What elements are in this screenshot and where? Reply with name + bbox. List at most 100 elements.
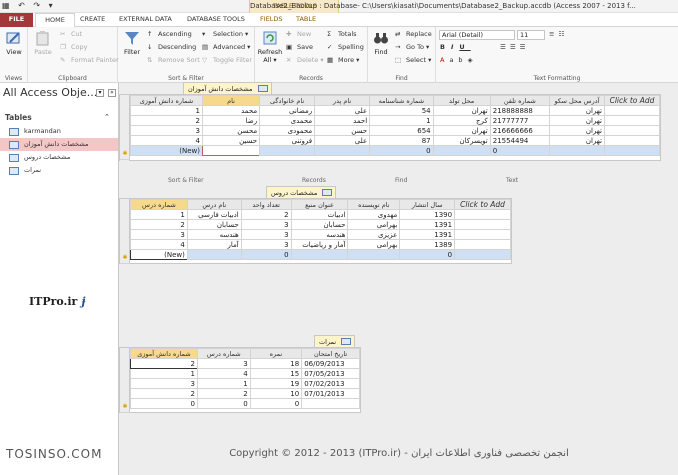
cell[interactable]: 1 (130, 209, 188, 220)
cell[interactable]: بهرامی (347, 219, 401, 230)
cell[interactable]: 07/01/2013 (301, 388, 360, 399)
col-header-selected[interactable]: شماره دانش آموزی (130, 348, 198, 359)
cell[interactable]: 0 (369, 145, 434, 156)
cell[interactable] (290, 249, 349, 260)
cell[interactable]: 1389 (399, 239, 456, 250)
cell[interactable] (301, 398, 360, 409)
cell[interactable]: 2 (240, 209, 292, 220)
cell[interactable]: حسابان (186, 219, 242, 230)
cell[interactable]: 4 (130, 239, 188, 250)
tab-home[interactable]: HOME (35, 13, 75, 28)
col-header[interactable]: تعداد واحد (240, 199, 292, 210)
tab-grades-table[interactable]: نمرات (314, 335, 356, 347)
record-selector-column[interactable]: ✱ (120, 199, 130, 264)
table-row[interactable]: 1391 عزیزی هندسه 3 هندسه 3 (130, 229, 511, 240)
cell[interactable]: هندسه (290, 229, 349, 240)
cell[interactable] (201, 145, 261, 156)
cell[interactable]: 07/05/2013 (301, 368, 360, 379)
tab-create[interactable]: CREATE (80, 15, 105, 23)
cell[interactable]: 3 (240, 219, 292, 230)
cell[interactable]: 2 (196, 388, 251, 399)
cell[interactable]: 3 (196, 358, 251, 369)
cell[interactable]: 654 (369, 125, 434, 136)
cell[interactable]: آمار و ریاضیات (290, 239, 349, 250)
tab-students-table[interactable]: مشخصات دانش آموزان (183, 82, 272, 94)
nav-menu-icon[interactable]: ▾ (96, 89, 104, 97)
col-header[interactable]: تاریخ امتحان (301, 348, 360, 359)
cell[interactable]: (New) (130, 145, 203, 156)
new-record-row[interactable]: 000 (130, 398, 360, 409)
cell[interactable]: 218888888 (489, 105, 550, 116)
cell[interactable]: حسابان (290, 219, 349, 230)
tab-external-data[interactable]: EXTERNAL DATA (119, 15, 172, 23)
cell[interactable]: 07/02/2013 (301, 378, 360, 389)
cell[interactable]: تهران (548, 125, 605, 136)
click-to-add-header[interactable]: Click to Add (603, 95, 661, 106)
col-header[interactable]: محل تولد (432, 95, 491, 106)
cell[interactable]: تهران (432, 105, 491, 116)
table-row[interactable]: 07/01/2013 10 2 2 (130, 388, 360, 399)
align-buttons[interactable]: ☰☰☰ (500, 43, 529, 51)
cell[interactable]: 0 (249, 398, 303, 409)
table-row[interactable]: تهران 21554494 تویسرکان 87 علی فروتنی حسین 4 (130, 135, 661, 146)
table-row[interactable]: 1390 مهدوی ادبیات 2 ادبیات فارسی 1 (130, 209, 511, 220)
cell[interactable]: 10 (249, 388, 303, 399)
new-record-row[interactable]: 0 0 (New) (130, 145, 661, 156)
courses-grid[interactable]: Click to Add سال انتشار نام نویسنده عنوا… (130, 199, 511, 260)
cell[interactable]: مهدوی (347, 209, 401, 220)
nav-item-courses[interactable]: مشخصات دروس (0, 151, 118, 164)
spelling-button[interactable]: ✓ Spelling (327, 43, 364, 51)
cell[interactable]: ادبیات فارسی (186, 209, 242, 220)
col-header[interactable]: نام پدر (314, 95, 371, 106)
col-header[interactable]: آدرس محل سکو (548, 95, 605, 106)
cell[interactable]: 0 (240, 249, 292, 260)
col-header[interactable]: عنوان منبع (290, 199, 349, 210)
cell[interactable] (347, 249, 401, 260)
col-header[interactable]: شماره تلفن (489, 95, 550, 106)
cut-button[interactable]: ✂ Cut (60, 30, 82, 38)
cell[interactable]: فروتنی (259, 135, 316, 146)
cell[interactable] (454, 229, 511, 240)
filter-button[interactable]: Filter (121, 30, 143, 56)
record-selector-column[interactable]: ✱ (120, 348, 130, 413)
cell[interactable]: احمد (314, 115, 371, 126)
cell[interactable]: بهرامی (347, 239, 401, 250)
cell[interactable]: 19 (249, 378, 303, 389)
cell[interactable]: تهران (432, 125, 491, 136)
tab-courses-table[interactable]: مشخصات دروس (266, 186, 337, 198)
cell[interactable]: محمودی (259, 125, 316, 136)
cell[interactable]: محسن (201, 125, 261, 136)
quick-access-toolbar[interactable]: ▦ ↶ ↷ ▾ (2, 1, 56, 10)
cell[interactable]: 1 (196, 378, 251, 389)
cell[interactable] (603, 145, 661, 156)
collapse-section-icon[interactable]: ⌃ (104, 113, 110, 121)
col-header[interactable]: شماره درس (196, 348, 251, 359)
cell[interactable] (454, 209, 511, 220)
cell[interactable] (314, 145, 371, 156)
delete-record-button[interactable]: ✕ Delete ▾ (286, 56, 324, 64)
descending-button[interactable]: ↓ Descending (147, 43, 196, 51)
cell[interactable]: عزیزی (347, 229, 401, 240)
tab-file[interactable]: FILE (0, 13, 33, 27)
cell[interactable]: ادبیات (290, 209, 349, 220)
table-row[interactable]: تهران 216666666 تهران 654 حسن محمودی محسن 3 (130, 125, 661, 136)
nav-collapse-icon[interactable]: « (108, 89, 116, 97)
cell[interactable]: رضا (201, 115, 261, 126)
cell[interactable]: تهران (548, 135, 605, 146)
cell[interactable]: 0 (196, 398, 251, 409)
cell[interactable]: هندسه (186, 229, 242, 240)
tab-database-tools[interactable]: DATABASE TOOLS (187, 15, 245, 23)
cell[interactable] (432, 145, 491, 156)
grades-grid[interactable]: تاریخ امتحان نمره شماره درس شماره دانش آ… (130, 348, 360, 409)
cell[interactable]: 3 (130, 378, 198, 389)
paste-button[interactable]: Paste (30, 30, 56, 56)
col-header[interactable]: شماره شناسنامه (369, 95, 434, 106)
col-header[interactable]: نام درس (186, 199, 242, 210)
totals-button[interactable]: Σ Totals (327, 30, 357, 38)
cell[interactable]: 21777777 (489, 115, 550, 126)
cell[interactable] (603, 125, 661, 136)
cell[interactable]: 2 (130, 388, 198, 399)
font-size-select[interactable]: 11 (517, 30, 545, 40)
cell[interactable]: محمد (201, 105, 261, 116)
cell[interactable]: حسن (314, 125, 371, 136)
